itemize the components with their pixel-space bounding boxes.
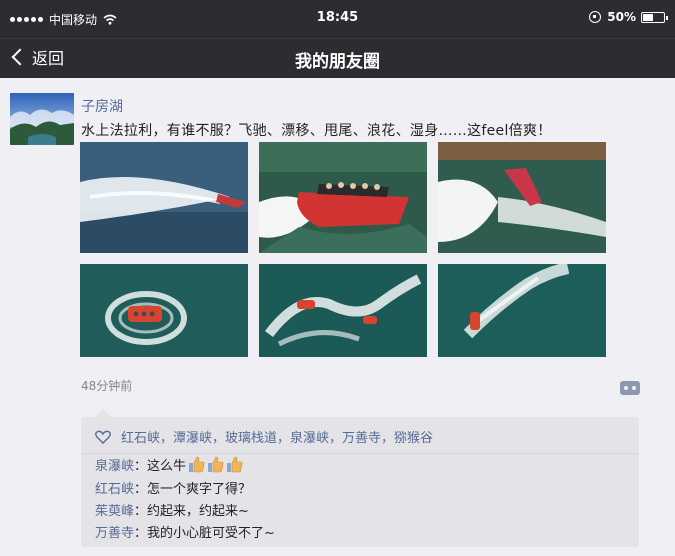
comment-text: 怎一个爽字了得？	[147, 482, 252, 497]
aerial-two-jetboats-photo	[259, 264, 427, 357]
comment-separator: ：	[134, 504, 148, 519]
post-timestamp: 48分钟前	[81, 379, 133, 393]
thumbs-up-icon	[227, 456, 243, 473]
nav-bar: 返回 我的朋友圈	[0, 38, 675, 78]
comment-text: 我的小心脏可受不了~	[147, 526, 275, 541]
post-text: 水上法拉利，有谁不服？飞驰、漂移、甩尾、浪花、湿身……这feel倍爽！	[81, 123, 552, 139]
comment-text: 这么牛	[147, 459, 187, 474]
aerial-jetboat-circle-photo	[80, 264, 248, 357]
comment-row: 万善寺 ： 我的小心脏可受不了~	[95, 522, 275, 541]
battery-percent: 50%	[607, 10, 636, 24]
comment-icon[interactable]	[620, 381, 640, 395]
comment-panel: 红石峡，潭瀑峡，玻璃栈道，泉瀑峡，万善寺，猕猴谷 泉瀑峡 ： 这么牛 红石峡 ：…	[81, 409, 639, 547]
photo-2[interactable]	[259, 142, 427, 253]
status-right: 50%	[589, 10, 668, 24]
avatar[interactable]	[10, 93, 74, 145]
photo-4[interactable]	[80, 264, 248, 357]
likes-row: 红石峡，潭瀑峡，玻璃栈道，泉瀑峡，万善寺，猕猴谷	[95, 427, 433, 446]
battery-icon	[641, 11, 668, 23]
comment-row: 泉瀑峡 ： 这么牛	[95, 455, 243, 474]
comment-row: 茱萸峰 ： 约起来，约起来~	[95, 500, 249, 519]
photo-3[interactable]	[438, 142, 606, 253]
comment-author[interactable]: 红石峡	[95, 478, 134, 497]
status-time: 18:45	[316, 10, 359, 25]
thumbs-up-icon	[189, 456, 205, 473]
speedboat-spray-photo	[80, 142, 248, 253]
thumbs-up-icon	[208, 456, 224, 473]
likes-list[interactable]: 红石峡，潭瀑峡，玻璃栈道，泉瀑峡，万善寺，猕猴谷	[121, 427, 433, 446]
jetboat-splash-photo	[438, 142, 606, 253]
red-jetboat-passengers-photo	[259, 142, 427, 253]
aerial-jetboat-wake-photo	[438, 264, 606, 357]
page-title: 我的朋友圈	[295, 52, 380, 72]
photo-1[interactable]	[80, 142, 248, 253]
status-bar: 中国移动 18:45 50%	[0, 0, 675, 38]
heart-icon	[95, 430, 111, 444]
comment-text: 约起来，约起来~	[147, 504, 249, 519]
photo-5[interactable]	[259, 264, 427, 357]
comment-row: 红石峡 ： 怎一个爽字了得？	[95, 478, 251, 497]
comment-separator: ：	[134, 482, 148, 497]
post-author[interactable]: 子房湖	[81, 96, 123, 116]
rotation-lock-icon	[589, 11, 602, 23]
comment-author[interactable]: 万善寺	[95, 522, 134, 541]
photo-6[interactable]	[438, 264, 606, 357]
comment-separator: ：	[134, 526, 148, 541]
comment-author[interactable]: 泉瀑峡	[95, 455, 134, 474]
divider	[81, 453, 639, 454]
comment-separator: ：	[134, 459, 148, 474]
comment-author[interactable]: 茱萸峰	[95, 500, 134, 519]
